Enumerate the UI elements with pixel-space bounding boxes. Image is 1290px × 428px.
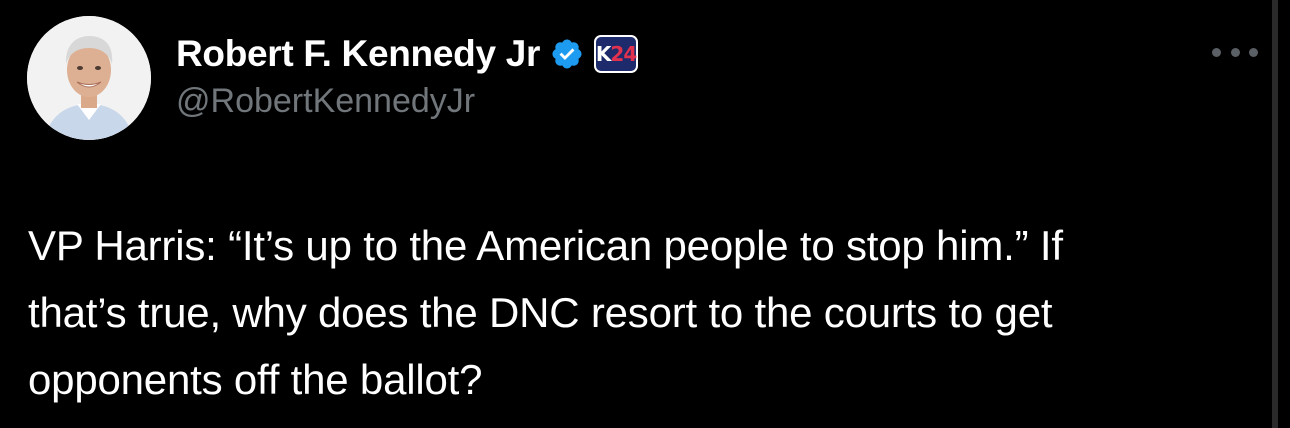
avatar-photo (27, 16, 151, 140)
author-name-row: Robert F. Kennedy Jr K 24 (176, 30, 639, 78)
author-avatar[interactable] (27, 16, 151, 140)
more-dot (1212, 47, 1221, 57)
affiliate-badge[interactable]: K 24 (594, 35, 639, 73)
more-dot (1249, 47, 1258, 57)
scrollbar[interactable] (1272, 0, 1278, 428)
tweet-body-text: VP Harris: “It’s up to the American peop… (28, 222, 1063, 403)
author-handle[interactable]: @RobertKennedyJr (176, 82, 475, 121)
more-dot (1230, 47, 1240, 57)
affiliate-badge-letter: K (595, 42, 611, 66)
affiliate-badge-number: 24 (610, 42, 637, 66)
author-display-name[interactable]: Robert F. Kennedy Jr (176, 33, 540, 75)
verified-badge-icon[interactable] (550, 37, 584, 71)
more-horizontal-icon[interactable] (1212, 40, 1258, 64)
